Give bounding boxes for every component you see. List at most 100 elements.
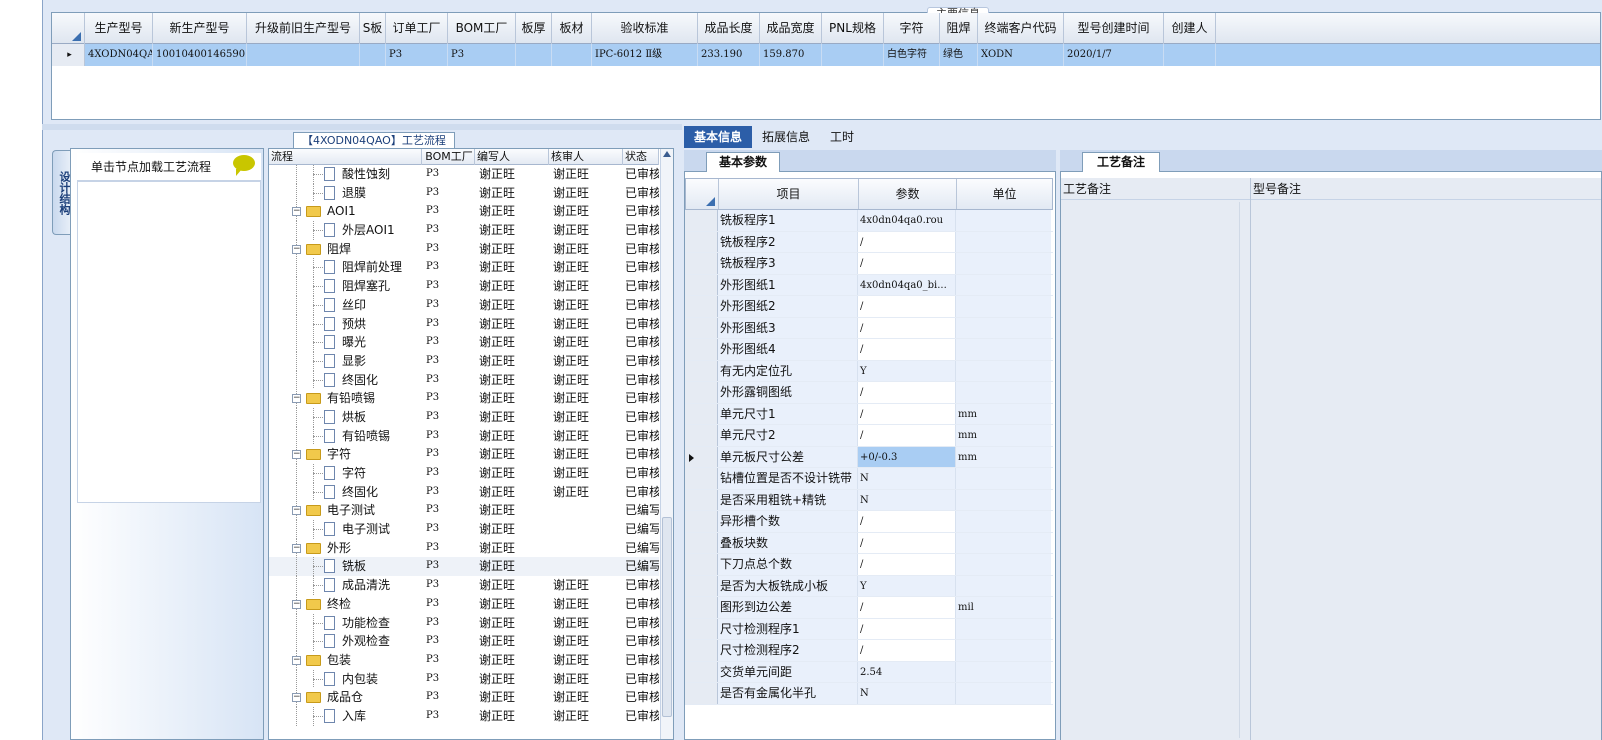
param-value[interactable]: /: [858, 382, 956, 403]
tree-node[interactable]: − 终检: [269, 594, 422, 614]
col-header-5[interactable]: 订单工厂: [386, 13, 448, 44]
param-row[interactable]: 单元尺寸1/mm: [685, 403, 1053, 425]
cell-15[interactable]: XODN: [978, 44, 1064, 66]
tree-row[interactable]: − 成品仓 P3 谢正旺 谢正旺 已审核: [269, 688, 659, 707]
cell-11[interactable]: 159.870: [760, 44, 822, 66]
collapse-toggle-icon[interactable]: −: [292, 655, 301, 665]
tree-row[interactable]: − 电子测试 P3 谢正旺 已编写: [269, 501, 659, 521]
tree-row[interactable]: 显影 P3 谢正旺 谢正旺 已审核: [269, 351, 659, 371]
collapse-toggle-icon[interactable]: −: [292, 693, 301, 703]
tree-node[interactable]: 终固化: [269, 370, 422, 390]
row-selector[interactable]: [685, 317, 718, 338]
col-header-13[interactable]: 字符: [884, 13, 940, 44]
tree-row[interactable]: 阻焊塞孔 P3 谢正旺 谢正旺 已审核: [269, 277, 659, 296]
tree-node[interactable]: − 外形: [269, 538, 422, 558]
tree-node[interactable]: 退膜: [269, 183, 422, 203]
cell-5[interactable]: P3: [386, 44, 448, 66]
cell-13[interactable]: 白色字符: [884, 44, 940, 66]
cell-4[interactable]: [360, 44, 386, 66]
col-header-16[interactable]: 型号创建时间: [1064, 13, 1164, 44]
row-selector[interactable]: [685, 231, 718, 252]
tree-row[interactable]: 成品清洗 P3 谢正旺 谢正旺 已审核: [269, 576, 659, 595]
param-row[interactable]: 钻槽位置是否不设计铣带 N: [685, 468, 1053, 490]
collapse-toggle-icon[interactable]: −: [292, 244, 301, 254]
scroll-up-arrow-icon[interactable]: [663, 151, 671, 157]
collapse-toggle-icon[interactable]: −: [292, 506, 301, 516]
row-selector[interactable]: [685, 640, 718, 661]
tree-node[interactable]: 终固化: [269, 482, 422, 502]
cell-16[interactable]: 2020/1/7: [1064, 44, 1164, 66]
process-notes-column[interactable]: 工艺备注: [1061, 178, 1251, 740]
row-selector[interactable]: [685, 597, 718, 618]
tree-node[interactable]: 烘板: [269, 407, 422, 427]
flow-tree-scrollbar[interactable]: [660, 149, 673, 739]
param-value[interactable]: /: [858, 618, 956, 639]
row-selector[interactable]: [685, 403, 718, 424]
tree-row[interactable]: 退膜 P3 谢正旺 谢正旺 已审核: [269, 183, 659, 203]
param-row[interactable]: 外形图纸1 4x0dn04qa0_bi...: [685, 274, 1053, 296]
tree-row[interactable]: 烘板 P3 谢正旺 谢正旺 已审核: [269, 407, 659, 427]
tree-node[interactable]: − 有铅喷锡: [269, 389, 422, 408]
col-header-flow[interactable]: 流程: [269, 149, 422, 165]
cell-7[interactable]: [516, 44, 552, 66]
tree-row[interactable]: − AOI1 P3 谢正旺 谢正旺 已审核: [269, 202, 659, 222]
col-header-param[interactable]: 参数: [859, 179, 957, 209]
tree-row[interactable]: − 字符 P3 谢正旺 谢正旺 已审核: [269, 445, 659, 464]
param-value[interactable]: /: [858, 554, 956, 575]
tree-row[interactable]: 铣板 P3 谢正旺 已编写: [269, 557, 659, 577]
param-row[interactable]: 是否采用粗铣+精铣 N: [685, 489, 1053, 511]
param-row[interactable]: 外形露铜图纸 /: [685, 382, 1053, 404]
tree-node[interactable]: − 阻焊: [269, 239, 422, 259]
tree-node[interactable]: − 电子测试: [269, 501, 422, 521]
tree-node[interactable]: 有铅喷锡: [269, 426, 422, 446]
col-header-writer[interactable]: 编写人: [475, 149, 549, 165]
param-row[interactable]: 外形图纸3/: [685, 317, 1053, 339]
param-row[interactable]: 交货单元间距 2.54: [685, 661, 1053, 683]
param-value[interactable]: Y: [858, 575, 956, 596]
col-header-3[interactable]: 升级前旧生产型号: [247, 13, 360, 44]
param-value[interactable]: /: [858, 532, 956, 553]
main-info-data-row[interactable]: ▸4XODN04QAO10010400146590 P3P3 IPC-6012 Ⅱ级…: [52, 44, 1600, 66]
param-value[interactable]: 4x0dn04qa0_bi...: [858, 274, 956, 295]
tree-node[interactable]: 铣板: [269, 557, 422, 577]
tree-row[interactable]: − 外形 P3 谢正旺 已编写: [269, 538, 659, 558]
tree-node[interactable]: 曝光: [269, 333, 422, 352]
tree-node[interactable]: 酸性蚀刻: [269, 165, 422, 184]
tree-node[interactable]: 入库: [269, 706, 422, 726]
param-row[interactable]: 铣板程序3/: [685, 253, 1053, 275]
tree-row[interactable]: 酸性蚀刻 P3 谢正旺 谢正旺 已审核: [269, 165, 659, 184]
tree-row[interactable]: 终固化 P3 谢正旺 谢正旺 已审核: [269, 370, 659, 390]
tree-node[interactable]: 字符: [269, 464, 422, 483]
tree-node[interactable]: 丝印: [269, 295, 422, 315]
tree-row[interactable]: − 阻焊 P3 谢正旺 谢正旺 已审核: [269, 239, 659, 259]
tree-node[interactable]: 阻焊前处理: [269, 258, 422, 278]
tree-row[interactable]: 丝印 P3 谢正旺 谢正旺 已审核: [269, 295, 659, 315]
tree-row[interactable]: − 包装 P3 谢正旺 谢正旺 已审核: [269, 650, 659, 670]
cell-12[interactable]: [822, 44, 884, 66]
row-selector[interactable]: [685, 618, 718, 639]
row-selector[interactable]: [685, 339, 718, 360]
row-selector[interactable]: [685, 661, 718, 682]
cell-14[interactable]: 绿色: [940, 44, 978, 66]
tree-row[interactable]: − 终检 P3 谢正旺 谢正旺 已审核: [269, 594, 659, 614]
row-selector[interactable]: [685, 489, 718, 510]
param-value[interactable]: /: [858, 511, 956, 532]
row-selector[interactable]: [685, 532, 718, 553]
param-value[interactable]: Y: [858, 360, 956, 381]
tree-row[interactable]: 功能检查 P3 谢正旺 谢正旺 已审核: [269, 613, 659, 633]
row-selector[interactable]: [685, 554, 718, 575]
param-row[interactable]: 是否为大板铣成小板 Y: [685, 575, 1053, 597]
tree-row[interactable]: 入库 P3 谢正旺 谢正旺 已审核: [269, 706, 659, 726]
row-selector[interactable]: [685, 382, 718, 403]
col-header-14[interactable]: 阻焊: [940, 13, 978, 44]
tree-row[interactable]: 外观检查 P3 谢正旺 谢正旺 已审核: [269, 632, 659, 651]
row-selector[interactable]: [685, 683, 718, 704]
col-header-6[interactable]: BOM工厂: [448, 13, 516, 44]
tree-row[interactable]: 内包装 P3 谢正旺 谢正旺 已审核: [269, 669, 659, 689]
col-header-11[interactable]: 成品宽度: [760, 13, 822, 44]
param-value[interactable]: /: [858, 597, 956, 618]
col-header-unit[interactable]: 单位: [957, 179, 1052, 209]
row-selector[interactable]: [685, 360, 718, 381]
param-row[interactable]: 单元板尺寸公差 +0/-0.3 mm: [685, 446, 1053, 468]
param-row[interactable]: 铣板程序1 4x0dn04qa0.rou: [685, 210, 1053, 232]
